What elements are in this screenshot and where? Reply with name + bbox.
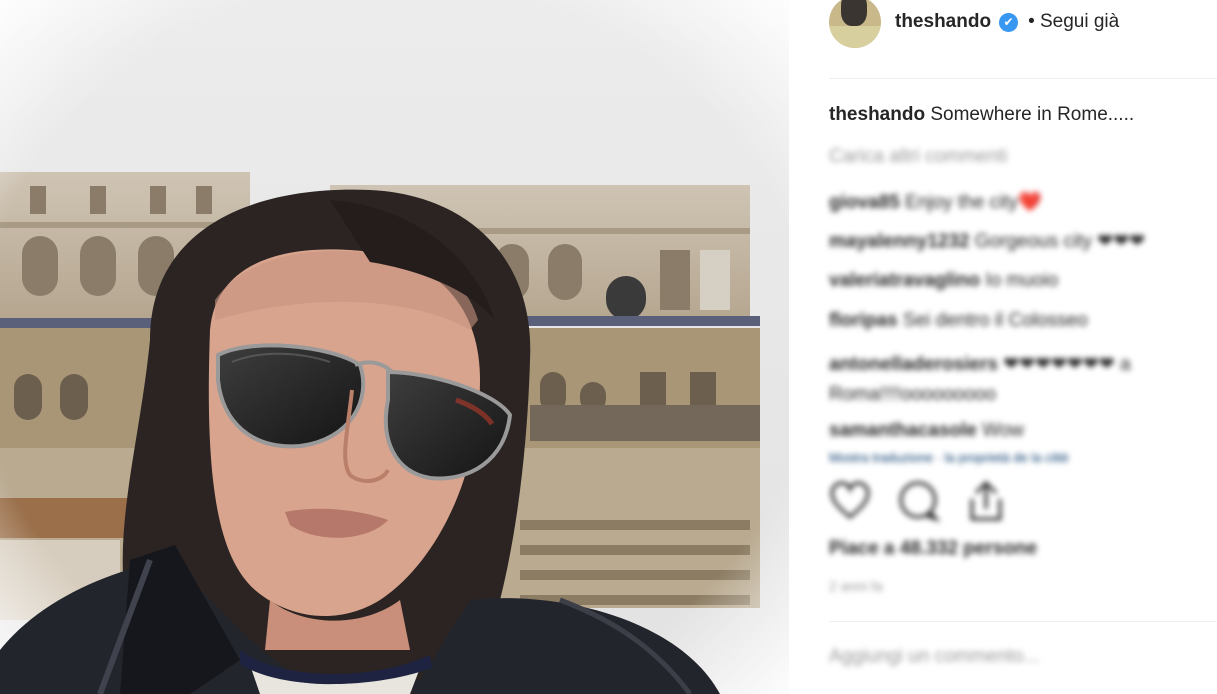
comment-username[interactable]: floripas xyxy=(829,310,898,331)
comment-item: antonelladerosiers ❤❤❤❤❤❤❤ a Roma!!!!ooo… xyxy=(829,350,1209,410)
comment-item: valeriatravaglino Io muoio xyxy=(829,270,1058,292)
comment-username[interactable]: antonelladerosiers xyxy=(829,354,998,375)
add-comment-input[interactable]: Aggiungi un commento... xyxy=(829,646,1039,668)
comment-divider xyxy=(829,621,1217,622)
post-sidebar: theshando ✔ • Segui già theshando Somewh… xyxy=(789,0,1217,694)
post-caption: theshando Somewhere in Rome..... xyxy=(829,104,1134,126)
comment-username[interactable]: valeriatravaglino xyxy=(829,270,980,291)
comment-username[interactable]: samanthacasole xyxy=(829,420,977,441)
comment-text: Io muoio xyxy=(985,270,1059,291)
post-header: theshando ✔ • Segui già xyxy=(829,0,1119,48)
following-button[interactable]: • Segui già xyxy=(1028,11,1119,33)
header-divider xyxy=(829,78,1217,79)
heart-icon[interactable] xyxy=(827,478,873,524)
comment-item: mayalenny1232 Gorgeous city ❤❤❤ xyxy=(829,230,1145,253)
post-timestamp: 2 anni fa xyxy=(829,578,883,594)
comment-item: samanthacasole Wow xyxy=(829,420,1024,442)
avatar[interactable] xyxy=(829,0,881,48)
share-icon[interactable] xyxy=(963,478,1009,524)
header-username[interactable]: theshando xyxy=(895,11,991,33)
comment-text: Gorgeous city ❤❤❤ xyxy=(974,231,1146,252)
load-more-comments-link[interactable]: Carica altri commenti xyxy=(829,146,1007,168)
comment-username[interactable]: mayalenny1232 xyxy=(829,231,970,252)
comment-username[interactable]: giova85 xyxy=(829,192,900,213)
comment-item: giova85 Enjoy the city❤️ xyxy=(829,190,1042,214)
action-bar xyxy=(827,478,1009,524)
post-photo[interactable] xyxy=(0,0,789,694)
likes-count[interactable]: Piace a 48.332 persone xyxy=(829,538,1037,560)
comment-text: Wow xyxy=(982,420,1025,441)
verified-badge-icon: ✔ xyxy=(999,12,1019,32)
caption-username[interactable]: theshando xyxy=(829,104,925,125)
caption-text: Somewhere in Rome..... xyxy=(930,104,1135,125)
comment-text: Enjoy the city❤️ xyxy=(905,192,1042,213)
comment-bubble-icon[interactable] xyxy=(895,478,941,524)
comment-text: Sei dentro il Colosseo xyxy=(902,310,1088,331)
colosseum-selfie-illustration xyxy=(0,0,789,694)
comment-item: floripas Sei dentro il Colosseo xyxy=(829,310,1088,332)
translation-link[interactable]: Mostra traduzione · la proprietà de la c… xyxy=(829,450,1069,465)
